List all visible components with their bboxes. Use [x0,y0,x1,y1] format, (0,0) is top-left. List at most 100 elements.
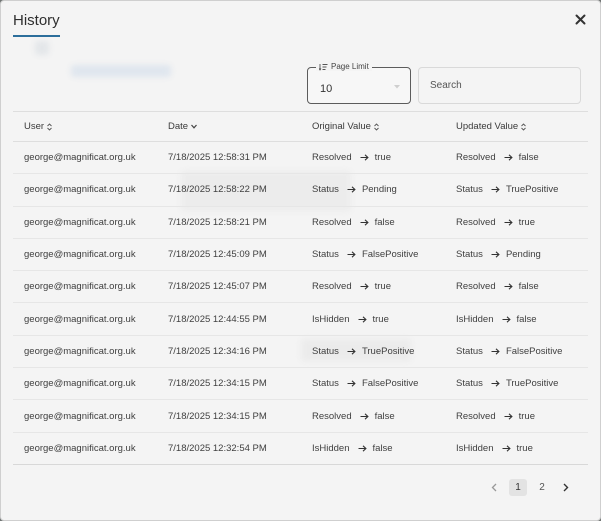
cell-user: george@magnificat.org.uk [24,410,136,422]
page-button-1[interactable]: 1 [509,479,527,496]
arrow-right-icon [360,283,369,290]
cell-user: george@magnificat.org.uk [24,249,136,261]
cell-original-value: Status FalsePositive [312,249,418,260]
arrow-right-icon [491,186,500,194]
original-field: IsHidden [312,313,350,325]
cell-date: 7/18/2025 12:44:55 PM [168,313,267,325]
previous-page-button[interactable] [485,479,503,496]
column-header-label: Original Value [312,121,371,132]
cell-updated-value: Status TruePositive [456,378,558,389]
arrow-right-icon [347,380,356,387]
updated-value: TruePositive [505,378,559,390]
history-table: User Date Original Value Updated Value g… [13,111,588,465]
page-limit-select[interactable]: Page Limit 10 [307,62,411,104]
column-header-updated-value[interactable]: Updated Value [456,121,526,132]
original-field: Status [312,249,339,261]
updated-value: true [518,410,535,422]
cell-original-value: Status FalsePositive [312,378,418,389]
cell-user: george@magnificat.org.uk [24,345,136,357]
table-row: george@magnificat.org.uk 7/18/2025 12:32:… [13,433,588,465]
original-value: true [372,313,389,325]
arrow-right-icon [358,445,367,452]
cell-date: 7/18/2025 12:45:09 PM [168,249,267,261]
arrow-right-icon [491,251,500,258]
cell-date: 7/18/2025 12:58:22 PM [168,184,267,196]
page-limit-value: 10 [320,83,333,95]
cell-date: 7/18/2025 12:45:07 PM [168,281,267,293]
cell-user: george@magnificat.org.uk [24,313,136,325]
original-value: true [374,281,391,293]
updated-field: Resolved [456,152,496,164]
cell-original-value: Status Pending [312,184,397,195]
cell-original-value: Resolved false [312,217,395,228]
cell-updated-value: Status Pending [456,249,541,260]
cell-date: 7/18/2025 12:58:21 PM [168,216,267,228]
arrow-right-icon [347,186,356,194]
page-limit-label: Page Limit [316,62,372,71]
updated-value: false [518,152,539,164]
original-field: Resolved [312,410,352,422]
table-row: george@magnificat.org.uk 7/18/2025 12:58:… [13,142,588,175]
cell-original-value: Resolved false [312,411,395,422]
background-blur [35,41,49,55]
cell-original-value: Resolved true [312,281,391,292]
table-header: User Date Original Value Updated Value [13,111,588,142]
original-value: TruePositive [361,345,415,357]
page-limit-label-text: Page Limit [331,62,369,71]
chevron-down-icon [394,85,400,89]
updated-field: Resolved [456,216,496,228]
sort-icon [47,122,52,131]
column-header-label: Date [168,121,189,132]
arrow-right-icon [347,251,356,258]
arrow-right-icon [491,380,500,387]
background-blur [71,65,171,77]
updated-field: Status [456,345,483,357]
arrow-right-icon [360,154,369,161]
close-icon [575,14,585,24]
close-button[interactable] [573,12,587,26]
pagination: 1 2 [485,479,575,496]
dialog-title: History [13,11,60,37]
original-value: false [374,216,395,228]
arrow-right-icon [358,316,367,323]
table-row: george@magnificat.org.uk 7/18/2025 12:34:… [13,400,588,433]
column-header-date[interactable]: Date [168,121,198,132]
page-button-2[interactable]: 2 [533,479,551,496]
cell-updated-value: Resolved false [456,152,539,163]
chevron-left-icon [491,483,497,492]
sort-icon [521,122,526,131]
cell-original-value: IsHidden true [312,314,389,325]
updated-field: Resolved [456,410,496,422]
cell-date: 7/18/2025 12:58:31 PM [168,152,267,164]
updated-field: Status [456,184,483,196]
arrow-right-icon [360,219,369,226]
column-header-user[interactable]: User [24,121,52,132]
original-field: Status [312,378,339,390]
cell-user: george@magnificat.org.uk [24,216,136,228]
updated-field: Resolved [456,281,496,293]
cell-original-value: Resolved true [312,152,391,163]
next-page-button[interactable] [557,479,575,496]
table-row: george@magnificat.org.uk 7/18/2025 12:58:… [13,207,588,239]
updated-field: Status [456,378,483,390]
updated-value: true [516,442,533,454]
column-header-original-value[interactable]: Original Value [312,121,379,132]
original-field: Resolved [312,152,352,164]
cell-original-value: Status TruePositive [312,346,414,357]
table-row: george@magnificat.org.uk 7/18/2025 12:44:… [13,303,588,336]
dialog-header: History [13,11,60,37]
original-field: Resolved [312,281,352,293]
arrow-right-icon [504,154,513,161]
table-row: george@magnificat.org.uk 7/18/2025 12:45:… [13,239,588,272]
column-header-label: Updated Value [456,121,519,132]
table-row: george@magnificat.org.uk 7/18/2025 12:45:… [13,271,588,304]
original-field: Resolved [312,216,352,228]
updated-value: false [518,281,539,293]
original-value: FalsePositive [361,249,419,261]
arrow-right-icon [360,412,369,420]
search-input[interactable] [418,67,581,104]
original-value: Pending [361,184,397,196]
table-row: george@magnificat.org.uk 7/18/2025 12:34:… [13,336,588,369]
updated-value: false [516,313,537,325]
arrow-right-icon [504,412,513,420]
